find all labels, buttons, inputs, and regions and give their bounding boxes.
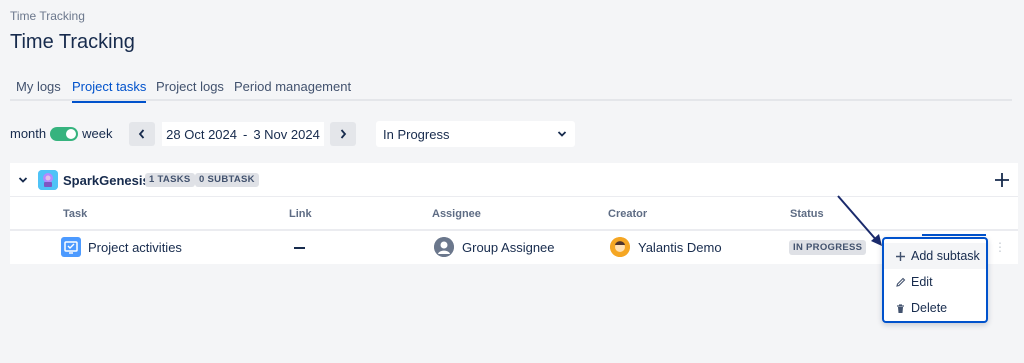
period-toggle-switch[interactable] bbox=[50, 126, 79, 141]
tab-project-logs[interactable]: Project logs bbox=[156, 79, 224, 101]
menu-item-add-subtask[interactable]: Add subtask bbox=[884, 243, 986, 269]
project-name: SparkGenesis bbox=[63, 173, 150, 188]
column-header-status: Status bbox=[790, 208, 824, 220]
task-monitor-icon bbox=[64, 241, 78, 254]
subtask-count-badge: 0 SUBTASK bbox=[195, 173, 259, 187]
status-filter-value: In Progress bbox=[383, 126, 450, 142]
menu-item-label: Delete bbox=[911, 301, 948, 315]
rocket-mascot-icon bbox=[38, 170, 58, 190]
link-empty-dash bbox=[294, 247, 305, 249]
tasks-count-badge: 1 TASKS bbox=[145, 173, 195, 187]
period-toggle-group: month week bbox=[10, 126, 113, 141]
menu-item-delete[interactable]: Delete bbox=[884, 295, 986, 321]
chevron-right-icon bbox=[340, 129, 347, 139]
menu-item-edit[interactable]: Edit bbox=[884, 269, 986, 295]
project-avatar bbox=[38, 170, 58, 190]
chevron-down-icon bbox=[557, 131, 567, 137]
toggle-label-week: week bbox=[82, 126, 113, 141]
creator-avatar bbox=[610, 237, 630, 257]
date-separator: - bbox=[242, 126, 248, 142]
date-end: 3 Nov 2024 bbox=[253, 126, 320, 142]
tab-my-logs[interactable]: My logs bbox=[16, 79, 61, 101]
date-range-display: 28 Oct 2024 - 3 Nov 2024 bbox=[162, 122, 324, 146]
assignee-name: Group Assignee bbox=[462, 240, 555, 255]
column-header-link: Link bbox=[289, 208, 312, 220]
column-header-task: Task bbox=[63, 208, 88, 220]
tab-period-management[interactable]: Period management bbox=[234, 79, 351, 101]
next-period-button[interactable] bbox=[330, 122, 356, 146]
column-header-creator: Creator bbox=[608, 208, 648, 220]
creator-face-icon bbox=[610, 237, 630, 257]
creator-name: Yalantis Demo bbox=[638, 240, 722, 255]
breadcrumb: Time Tracking bbox=[10, 9, 85, 23]
menu-item-label: Edit bbox=[911, 275, 933, 289]
task-name[interactable]: Project activities bbox=[88, 240, 182, 255]
actions-button-edge bbox=[922, 234, 986, 236]
chevron-left-icon bbox=[138, 129, 145, 139]
assignee-avatar bbox=[434, 237, 454, 257]
plus-icon bbox=[894, 250, 906, 262]
previous-period-button[interactable] bbox=[129, 122, 155, 146]
task-type-icon bbox=[61, 237, 81, 257]
user-icon bbox=[434, 237, 454, 257]
add-task-plus-icon[interactable] bbox=[992, 170, 1012, 190]
row-actions-more-icon[interactable]: ⋮ bbox=[994, 240, 1006, 254]
trash-icon bbox=[894, 302, 906, 314]
toggle-knob bbox=[66, 128, 77, 139]
page-title: Time Tracking bbox=[10, 31, 135, 53]
column-header-assignee: Assignee bbox=[432, 208, 481, 220]
status-filter-select[interactable]: In Progress bbox=[376, 121, 575, 147]
collapse-chevron-icon[interactable] bbox=[16, 173, 30, 187]
pencil-icon bbox=[894, 276, 906, 288]
row-context-menu: Add subtask Edit Delete bbox=[882, 237, 988, 323]
menu-item-label: Add subtask bbox=[911, 249, 980, 263]
date-start: 28 Oct 2024 bbox=[166, 126, 237, 142]
toggle-label-month: month bbox=[10, 126, 47, 141]
tab-project-tasks[interactable]: Project tasks bbox=[72, 79, 147, 103]
tab-bar: My logs Project tasks Project logs Perio… bbox=[10, 79, 1012, 103]
